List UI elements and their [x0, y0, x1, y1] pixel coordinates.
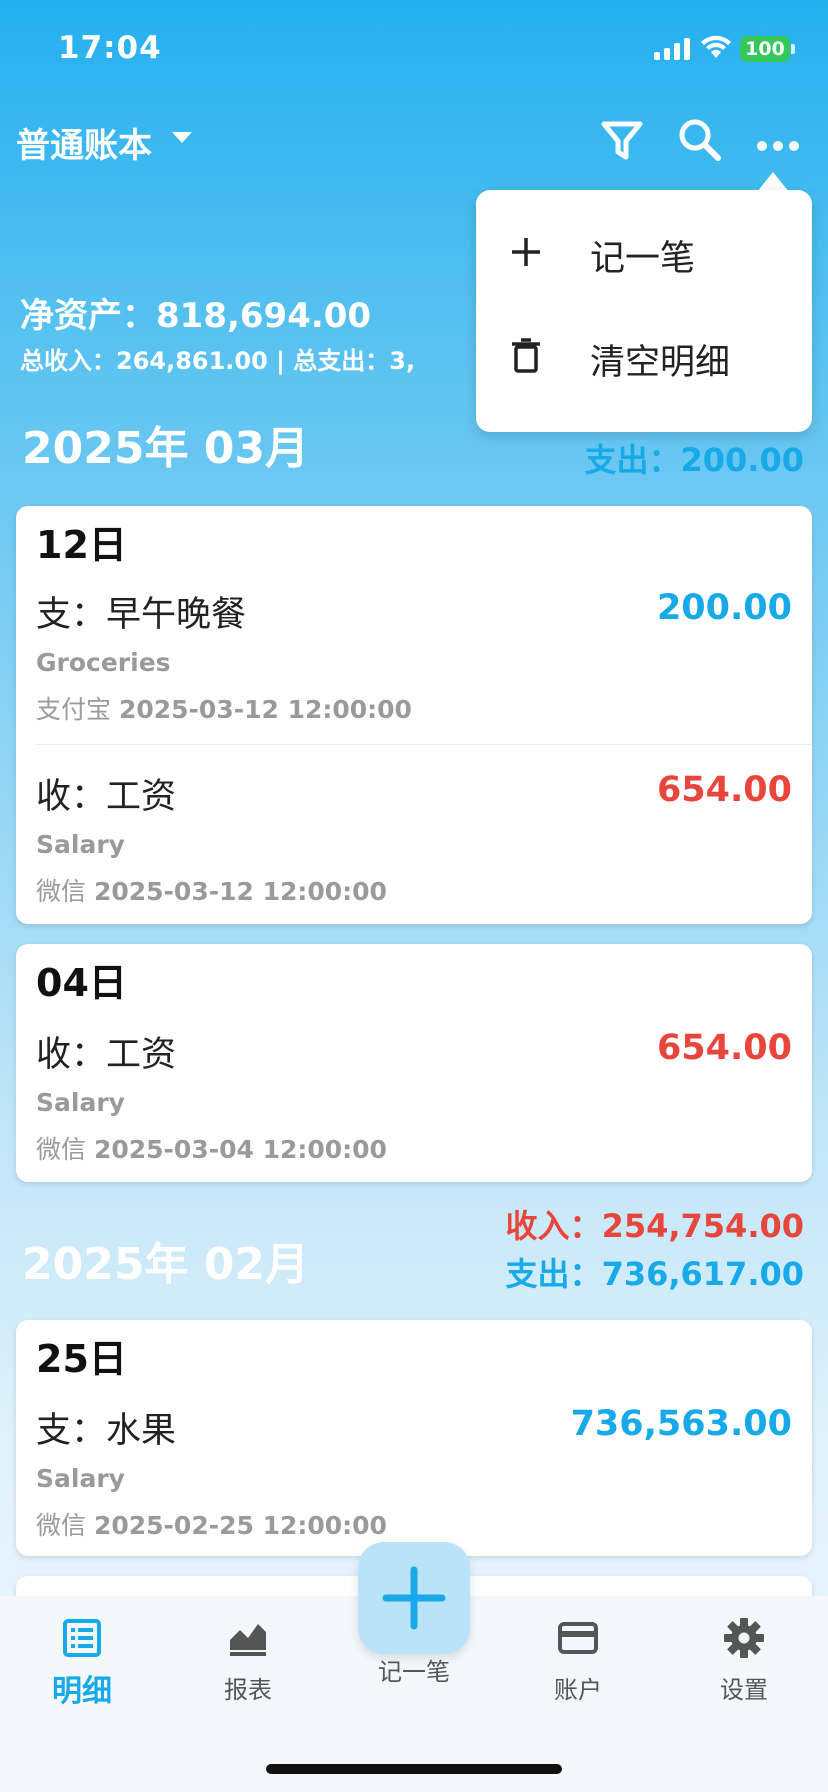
transaction-meta: 支付宝 2025-03-12 12:00:00	[36, 690, 412, 726]
battery-tip	[791, 44, 795, 54]
transaction-item[interactable]: 收：工资 654.00 Salary 微信 2025-03-04 12:00:0…	[16, 1026, 812, 1182]
transaction-meta: 微信 2025-02-25 12:00:00	[36, 1506, 387, 1542]
divider	[36, 744, 812, 745]
tab-label[interactable]: 记一笔	[354, 1652, 474, 1687]
transaction-title: 收：工资	[36, 1035, 177, 1075]
menu-item-label: 清空明细	[590, 343, 731, 383]
transaction-amount: 200.00	[656, 588, 792, 628]
wifi-icon	[701, 35, 731, 58]
month-income-label: 收入：	[505, 1207, 602, 1245]
tab-label: 报表	[224, 1676, 272, 1704]
transaction-account: 微信	[36, 877, 87, 906]
transaction-category: Salary	[36, 1464, 125, 1493]
month-header: 2025年 02月 收入：254,754.00 支出：736,617.00	[0, 1198, 828, 1318]
tab-label: 明细	[52, 1674, 112, 1709]
transaction-item[interactable]: 支：水果 736,563.00 Salary 微信 2025-02-25 12:…	[16, 1402, 812, 1556]
tab-reports[interactable]: 报表	[188, 1616, 308, 1705]
transaction-account: 微信	[36, 1135, 87, 1164]
tab-accounts[interactable]: 账户	[518, 1616, 638, 1705]
month-income: 收入：254,754.00	[506, 1202, 804, 1250]
month-label: 2025年 02月	[22, 1239, 310, 1290]
popup-arrow	[757, 172, 789, 192]
menu-item-clear-details[interactable]: 清空明细	[476, 306, 812, 406]
menu-item-add-record[interactable]: 记一笔	[476, 202, 812, 302]
transaction-title: 收：工资	[36, 777, 177, 817]
caret-down-icon[interactable]	[172, 132, 192, 143]
transaction-datetime: 2025-03-12 12:00:00	[93, 877, 387, 906]
transaction-category: Groceries	[36, 648, 171, 677]
chart-icon	[230, 1624, 266, 1656]
trash-icon	[512, 338, 540, 373]
day-label: 12日	[36, 523, 127, 567]
transaction-title: 支：水果	[36, 1411, 177, 1451]
transaction-amount: 654.00	[656, 1028, 792, 1068]
menu-item-label: 记一笔	[590, 239, 696, 279]
transaction-category: Salary	[36, 830, 125, 859]
more-menu: 记一笔 清空明细	[476, 190, 812, 432]
tab-label: 设置	[720, 1676, 768, 1704]
month-expense-label: 支出：	[505, 1255, 602, 1293]
card-icon	[558, 1622, 598, 1654]
month-income-value: 254,754.00	[601, 1207, 804, 1245]
day-card[interactable]: 04日 收：工资 654.00 Salary 微信 2025-03-04 12:…	[16, 944, 812, 1182]
transaction-datetime: 2025-02-25 12:00:00	[93, 1511, 387, 1540]
month-stats: 支出：200.00	[585, 436, 805, 484]
asset-summary: 净资产：818,694.00 总收入：264,861.00 | 总支出：3,	[20, 288, 415, 376]
transaction-meta: 微信 2025-03-12 12:00:00	[36, 872, 387, 908]
total-income-expense: 总收入：264,861.00 | 总支出：3,	[20, 347, 416, 375]
home-indicator	[266, 1764, 562, 1774]
top-bar: 普通账本	[0, 100, 828, 180]
status-time: 17:04	[58, 30, 162, 66]
list-icon	[63, 1619, 101, 1657]
battery-icon: 100	[740, 36, 790, 62]
transaction-amount: 736,563.00	[570, 1404, 792, 1444]
day-label: 04日	[36, 961, 127, 1005]
month-label: 2025年 03月	[22, 423, 310, 474]
day-card[interactable]: 25日 支：水果 736,563.00 Salary 微信 2025-02-25…	[16, 1320, 812, 1556]
filter-icon[interactable]	[592, 110, 652, 170]
month-expense-value: 736,617.00	[601, 1255, 804, 1293]
transaction-datetime: 2025-03-04 12:00:00	[93, 1135, 387, 1164]
tab-settings[interactable]: 设置	[684, 1616, 804, 1705]
cellular-signal-icon	[654, 38, 690, 60]
transaction-amount: 654.00	[656, 770, 792, 810]
book-selector[interactable]: 普通账本	[16, 118, 152, 167]
add-record-button[interactable]	[358, 1542, 470, 1654]
plus-icon	[382, 1566, 446, 1630]
transaction-item[interactable]: 收：工资 654.00 Salary 微信 2025-03-12 12:00:0…	[16, 768, 812, 924]
transaction-category: Salary	[36, 1088, 125, 1117]
net-assets: 净资产：818,694.00	[20, 296, 372, 336]
transaction-meta: 微信 2025-03-04 12:00:00	[36, 1130, 387, 1166]
search-icon[interactable]	[670, 110, 730, 170]
transaction-title: 支：早午晚餐	[36, 595, 247, 635]
day-label: 25日	[36, 1337, 127, 1381]
month-expense: 支出：200.00	[584, 441, 805, 479]
month-expense: 支出：736,617.00	[506, 1250, 804, 1298]
transaction-account: 支付宝	[36, 695, 112, 724]
transaction-account: 微信	[36, 1511, 87, 1540]
transaction-item[interactable]: 支：早午晚餐 200.00 Groceries 支付宝 2025-03-12 1…	[16, 586, 812, 766]
gear-icon	[724, 1618, 764, 1658]
tab-details[interactable]: 明细	[22, 1616, 142, 1710]
plus-icon	[512, 238, 540, 266]
more-icon[interactable]	[748, 110, 808, 170]
month-stats: 收入：254,754.00 支出：736,617.00	[506, 1202, 804, 1298]
tab-label: 账户	[554, 1676, 602, 1704]
day-card[interactable]: 12日 支：早午晚餐 200.00 Groceries 支付宝 2025-03-…	[16, 506, 812, 924]
transaction-datetime: 2025-03-12 12:00:00	[118, 695, 412, 724]
status-bar: 17:04 100	[0, 0, 828, 100]
